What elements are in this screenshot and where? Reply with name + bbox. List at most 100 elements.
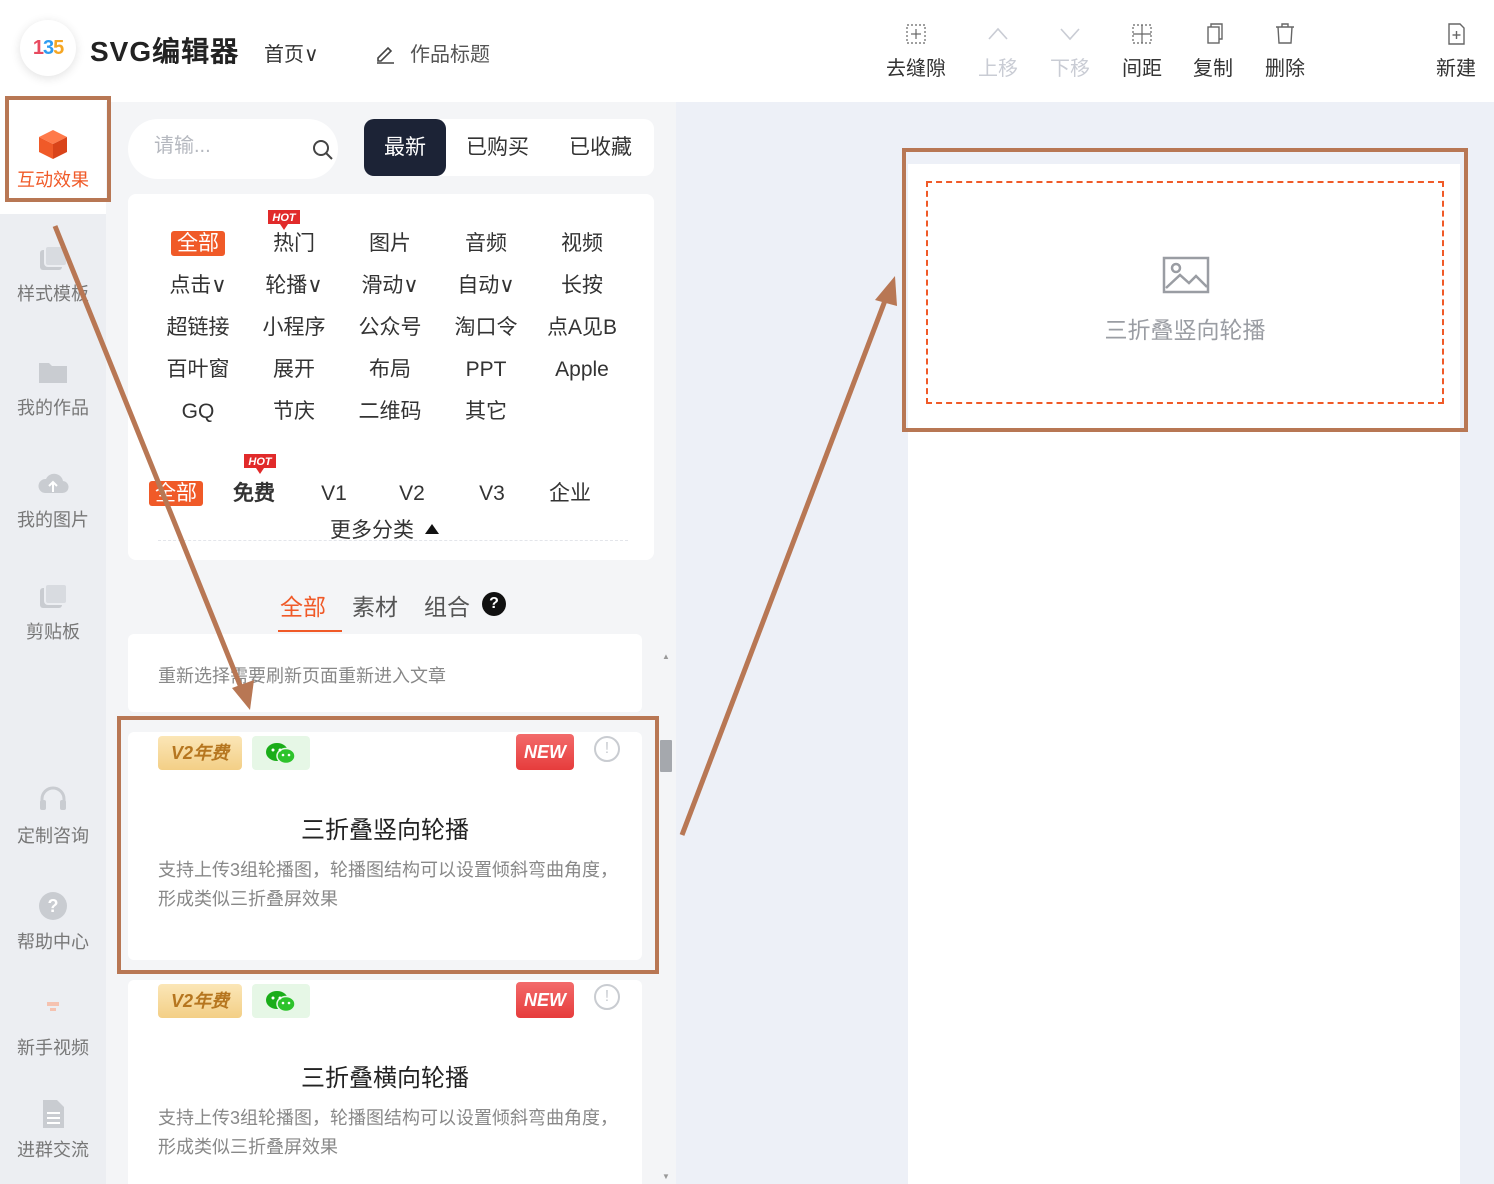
category-item[interactable]: 全部 <box>150 228 246 260</box>
wechat-icon <box>266 991 296 1013</box>
category-item[interactable]: 布局 <box>342 354 438 386</box>
pencil-icon <box>377 46 394 64</box>
sidebar-item-my-images[interactable]: 我的图片 <box>0 468 106 532</box>
svg-text:?: ? <box>48 896 59 916</box>
hot-badge-shape: HOT <box>244 454 276 474</box>
category-item[interactable]: PPT <box>438 354 534 386</box>
tab-purchased[interactable]: 已购买 <box>446 119 549 176</box>
search-icon[interactable] <box>312 139 334 161</box>
work-title: 作品标题 <box>410 44 490 66</box>
highlight-box <box>5 96 111 202</box>
category-label: 节庆 <box>273 400 315 423</box>
list-item[interactable]: 重新选择需要刷新页面重新进入文章 <box>128 634 642 712</box>
copy-icon <box>1207 23 1223 44</box>
work-title-editor[interactable]: 作品标题 <box>374 38 490 67</box>
category-filter: 全部 热门 图片 音频 视频点击∨ 轮播∨ 滑动∨ 自动∨ 长按超链接 小程序 公众号 淘口令 点A见B… <box>128 194 654 560</box>
sidebar-item-label: 我的图片 <box>17 510 89 530</box>
logo[interactable]: 1 3 5 <box>20 20 76 76</box>
info-icon[interactable]: ! <box>594 984 620 1010</box>
category-item[interactable]: 热门 <box>246 228 342 260</box>
sidebar-item-join-group[interactable]: 进群交流 <box>0 1098 106 1162</box>
category-item[interactable]: 展开 <box>246 354 342 386</box>
sidebar-item-label: 样式模板 <box>17 284 89 304</box>
hot-badge: HOT <box>240 452 280 474</box>
sidebar-item-label: 定制咨询 <box>17 826 89 846</box>
remove-gap-icon <box>906 24 926 44</box>
category-label: 超链接 <box>166 316 230 339</box>
sidebar-item-custom-consult[interactable]: 定制咨询 <box>0 784 106 848</box>
new-button[interactable]: 新建 <box>1416 22 1494 81</box>
move-up-button[interactable]: 上移 <box>958 22 1038 81</box>
scroll-up-arrow[interactable]: ▲ <box>662 652 670 661</box>
category-label: 二维码 <box>358 400 422 423</box>
tool-label: 新建 <box>1436 58 1476 80</box>
remove-gap-button[interactable]: 去缝隙 <box>876 22 956 81</box>
tab-materials[interactable]: 素材 <box>352 588 398 622</box>
category-item[interactable]: 图片 <box>342 228 438 260</box>
category-item[interactable]: 点击∨ <box>150 270 246 302</box>
category-item[interactable]: 自动∨ <box>438 270 534 302</box>
category-item[interactable]: 小程序 <box>246 312 342 344</box>
category-item[interactable]: 公众号 <box>342 312 438 344</box>
more-categories-toggle[interactable]: 更多分类 <box>330 514 440 544</box>
move-down-button[interactable]: 下移 <box>1030 22 1110 81</box>
category-item[interactable]: 百叶窗 <box>150 354 246 386</box>
tier-label: V1 <box>321 482 347 505</box>
copy-button[interactable]: 复制 <box>1173 22 1253 81</box>
category-item[interactable]: GQ <box>150 396 246 428</box>
sidebar-item-my-works[interactable]: 我的作品 <box>0 356 106 420</box>
logo-char: 1 <box>32 36 44 59</box>
wechat-badge <box>252 984 310 1018</box>
home-menu[interactable]: 首页∨ <box>264 38 319 67</box>
clipboard-icon <box>40 583 68 608</box>
scroll-down-arrow[interactable]: ▼ <box>662 1172 670 1181</box>
sidebar-item-beginner-videos[interactable]: 新手视频 <box>0 996 106 1060</box>
tab-combos[interactable]: 组合 <box>424 588 470 622</box>
category-label: 全部 <box>171 231 225 256</box>
category-item[interactable]: 淘口令 <box>438 312 534 344</box>
tab-favorited[interactable]: 已收藏 <box>549 119 652 176</box>
scrollbar-thumb[interactable] <box>660 740 672 772</box>
sidebar-item-clipboard[interactable]: 剪贴板 <box>0 580 106 644</box>
sidebar-item-style-templates[interactable]: 样式模板 <box>0 242 106 306</box>
search-box[interactable] <box>128 119 338 179</box>
document-icon <box>43 1100 64 1128</box>
category-item[interactable]: 长按 <box>534 270 630 302</box>
category-item[interactable]: Apple <box>534 354 630 386</box>
search-input[interactable] <box>154 135 284 158</box>
triangle-up-icon <box>425 524 439 534</box>
sidebar-item-label: 剪贴板 <box>26 622 80 642</box>
category-item[interactable]: 二维码 <box>342 396 438 428</box>
category-item[interactable]: 其它 <box>438 396 534 428</box>
category-item[interactable]: 滑动∨ <box>342 270 438 302</box>
category-item[interactable]: 节庆 <box>246 396 342 428</box>
card-desc: 重新选择需要刷新页面重新进入文章 <box>158 666 446 686</box>
app-title: SVG编辑器 <box>90 36 240 67</box>
category-label: 展开 <box>273 358 315 381</box>
category-label: 图片 <box>369 232 411 255</box>
delete-button[interactable]: 删除 <box>1245 22 1325 81</box>
category-item[interactable]: 音频 <box>438 228 534 260</box>
category-item[interactable]: 轮播∨ <box>246 270 342 302</box>
hot-badge-text: HOT <box>248 456 273 468</box>
sidebar-item-help-center[interactable]: ? 帮助中心 <box>0 890 106 954</box>
help-icon[interactable]: ? <box>482 592 506 616</box>
material-card[interactable]: V2年费 NEW ! 三折叠横向轮播 支持上传3组轮播图，轮播图结构可以设置倾斜… <box>128 980 642 1184</box>
category-label: 自动∨ <box>457 274 515 297</box>
chevron-up-icon <box>988 27 1008 40</box>
tool-label: 上移 <box>978 58 1018 80</box>
tab-all[interactable]: 全部 <box>280 588 326 622</box>
top-toolbar: 1 3 5 SVG编辑器 首页∨ 作品标题 去缝隙 上移 下移 间距 复制 删除… <box>0 0 1494 102</box>
category-item[interactable]: 超链接 <box>150 312 246 344</box>
category-item[interactable]: 点A见B <box>534 312 630 344</box>
tab-latest[interactable]: 最新 <box>364 119 446 176</box>
active-tab-indicator <box>278 630 342 632</box>
tier-item[interactable]: 企业 <box>522 478 618 510</box>
category-label: 音频 <box>465 232 507 255</box>
category-label: 点A见B <box>546 316 617 339</box>
type-tabs: 全部 素材 组合 ? <box>128 572 654 634</box>
category-label: 滑动∨ <box>361 274 419 297</box>
spacing-button[interactable]: 间距 <box>1102 22 1182 81</box>
category-item[interactable]: 视频 <box>534 228 630 260</box>
filter-tabs: 最新 已购买 已收藏 <box>364 119 654 176</box>
